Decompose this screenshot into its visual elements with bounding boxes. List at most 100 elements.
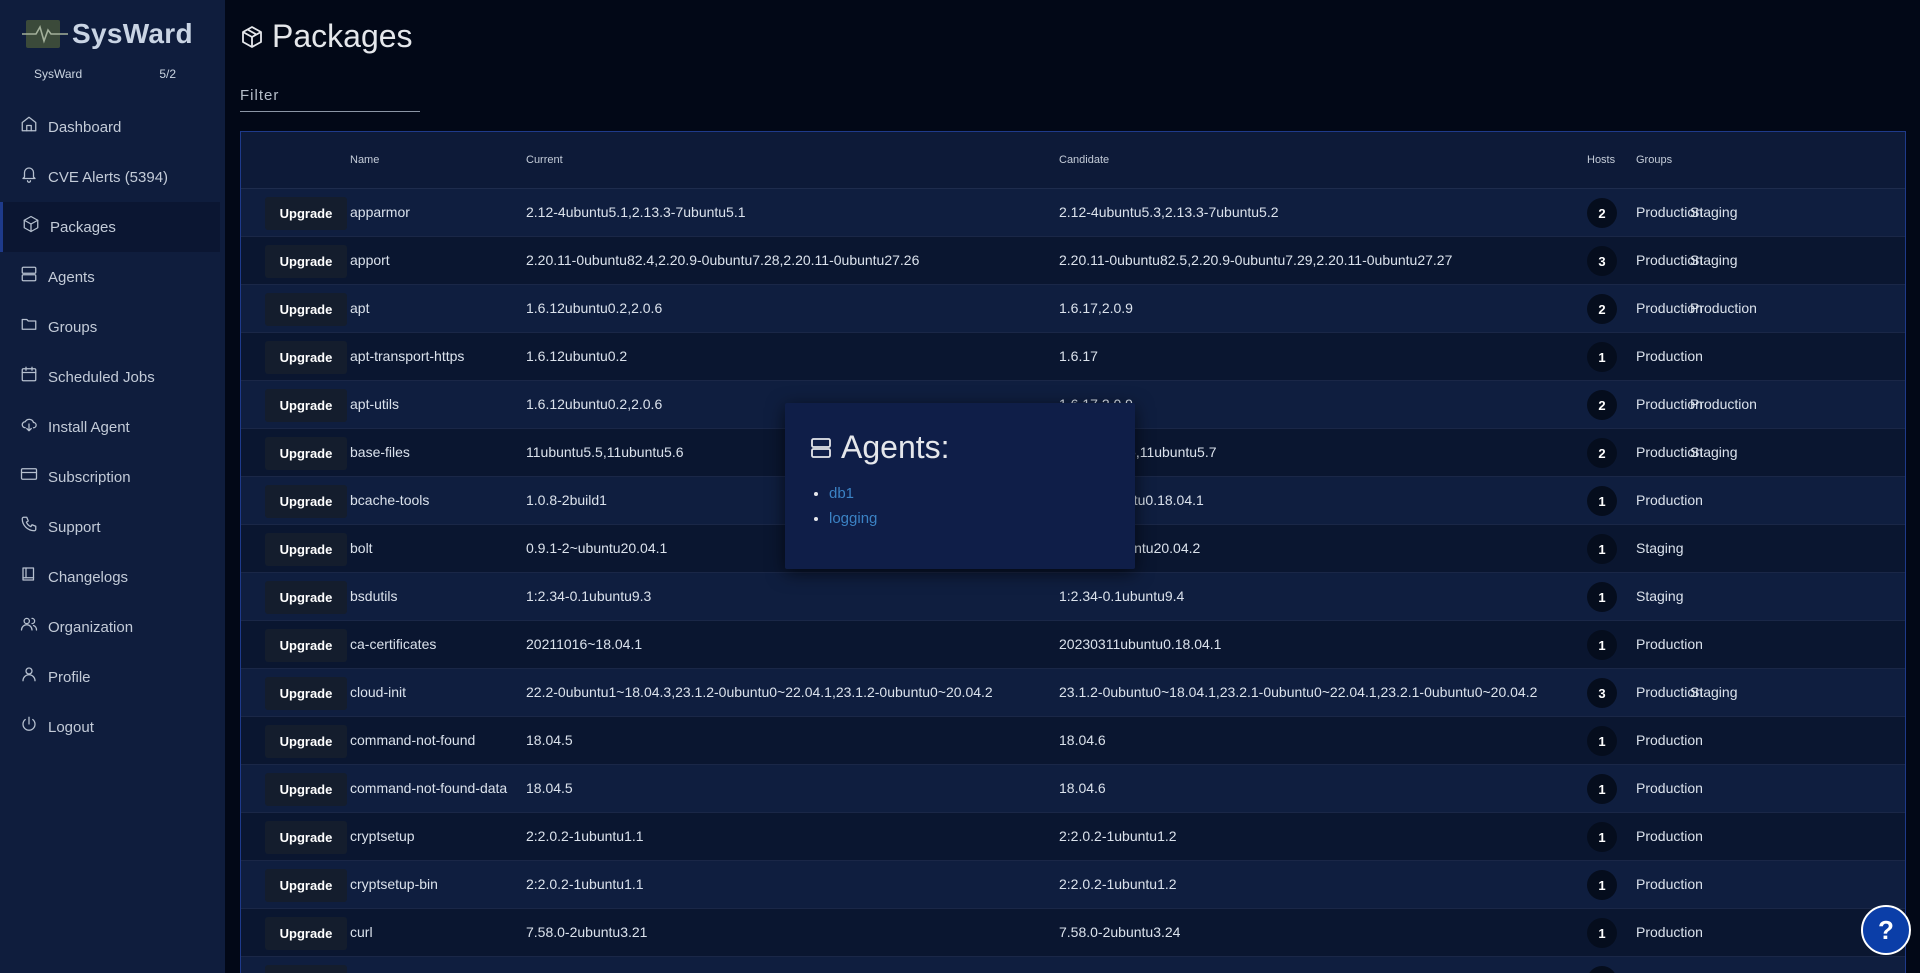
current-version: 22.2-0ubuntu1~18.04.3,23.1.2-0ubuntu0~22… bbox=[526, 684, 993, 700]
upgrade-button[interactable]: Upgrade bbox=[265, 773, 347, 806]
phone-icon bbox=[20, 515, 38, 533]
hosts-count-badge[interactable]: 1 bbox=[1587, 534, 1617, 564]
upgrade-button[interactable]: Upgrade bbox=[265, 485, 347, 518]
upgrade-button[interactable]: Upgrade bbox=[265, 389, 347, 422]
hosts-count-badge[interactable]: 1 bbox=[1587, 630, 1617, 660]
sidebar-item-label: Groups bbox=[48, 318, 98, 336]
upgrade-button[interactable]: Upgrade bbox=[265, 245, 347, 278]
group-tag: Staging bbox=[1636, 588, 1684, 604]
upgrade-button[interactable]: Upgrade bbox=[265, 197, 347, 230]
candidate-version: 2.12-4ubuntu5.3,2.13.3-7ubuntu5.2 bbox=[1059, 204, 1279, 220]
upgrade-button[interactable]: Upgrade bbox=[265, 917, 347, 950]
sidebar-item-label: Support bbox=[48, 518, 101, 536]
sidebar-item-support[interactable]: Support bbox=[0, 502, 220, 552]
upgrade-button[interactable]: Upgrade bbox=[265, 677, 347, 710]
page-header: Packages bbox=[240, 18, 413, 55]
current-version: 20211016~18.04.1 bbox=[526, 636, 643, 652]
table-row: Upgrade command-not-found 18.04.5 18.04.6 1 P… bbox=[241, 717, 1905, 765]
sidebar-item-logout[interactable]: Logout bbox=[0, 702, 220, 752]
package-icon bbox=[22, 215, 40, 233]
app-logo[interactable]: SysWard bbox=[22, 16, 193, 52]
sidebar-item-label: Scheduled Jobs bbox=[48, 368, 155, 386]
hosts-count-badge[interactable]: 3 bbox=[1587, 246, 1617, 276]
sidebar-item-profile[interactable]: Profile bbox=[0, 652, 220, 702]
table-row: Upgrade cloud-init 22.2-0ubuntu1~18.04.3,2… bbox=[241, 669, 1905, 717]
current-version: 1.6.12ubuntu0.2 bbox=[526, 348, 628, 364]
sidebar-item-agents[interactable]: Agents bbox=[0, 252, 220, 302]
sidebar-item-label: CVE Alerts (5394) bbox=[48, 168, 169, 186]
help-button[interactable]: ? bbox=[1861, 905, 1911, 955]
table-row: Upgrade cryptsetup 2:2.0.2-1ubuntu1.1 2:2.0… bbox=[241, 813, 1905, 861]
package-name: base-files bbox=[350, 444, 410, 460]
hosts-count-badge[interactable]: 2 bbox=[1587, 390, 1617, 420]
upgrade-button[interactable]: Upgrade bbox=[265, 629, 347, 662]
help-label: ? bbox=[1878, 914, 1894, 945]
sidebar-item-install-agent[interactable]: Install Agent bbox=[0, 402, 220, 452]
org-info: SysWard 5/2 bbox=[34, 67, 176, 81]
candidate-version: 18.04.6 bbox=[1059, 732, 1106, 748]
calendar-icon bbox=[20, 365, 38, 383]
group-tag: Production bbox=[1690, 300, 1757, 316]
hosts-count-badge[interactable]: 2 bbox=[1587, 294, 1617, 324]
filter-field[interactable] bbox=[240, 84, 420, 112]
current-version: 1:2.34-0.1ubuntu9.3 bbox=[526, 588, 652, 604]
org-count: 5/2 bbox=[159, 67, 176, 81]
bell-icon bbox=[20, 165, 38, 183]
sidebar-item-subscription[interactable]: Subscription bbox=[0, 452, 220, 502]
current-version: 18.04.5 bbox=[526, 780, 573, 796]
hosts-count-badge[interactable]: 1 bbox=[1587, 774, 1617, 804]
upgrade-button[interactable]: Upgrade bbox=[265, 293, 347, 326]
hosts-count-badge[interactable]: 1 bbox=[1587, 486, 1617, 516]
hosts-count-badge[interactable]: 2 bbox=[1587, 438, 1617, 468]
popover-header: Agents: bbox=[809, 429, 950, 466]
table-row: Upgrade apparmor 2.12-4ubuntu5.1,2.13.3-7u… bbox=[241, 189, 1905, 237]
agent-link-db1[interactable]: db1 bbox=[829, 485, 854, 502]
sidebar-item-dashboard[interactable]: Dashboard bbox=[0, 102, 220, 152]
server-icon bbox=[20, 265, 38, 283]
current-version: 7.58.0-2ubuntu3.21 bbox=[526, 924, 648, 940]
current-version: 2:2.0.2-1ubuntu1.1 bbox=[526, 828, 644, 844]
sidebar-item-changelogs[interactable]: Changelogs bbox=[0, 552, 220, 602]
hosts-count-badge[interactable]: 1 bbox=[1587, 918, 1617, 948]
upgrade-button[interactable]: Upgrade bbox=[265, 725, 347, 758]
upgrade-button[interactable]: Upgrade bbox=[265, 437, 347, 470]
package-name: apt-transport-https bbox=[350, 348, 465, 364]
upgrade-button[interactable]: Upgrade bbox=[265, 581, 347, 614]
upgrade-button[interactable]: Upgrade bbox=[265, 965, 347, 973]
upgrade-button[interactable]: Upgrade bbox=[265, 533, 347, 566]
filter-input[interactable] bbox=[240, 84, 420, 106]
header-candidate[interactable]: Candidate bbox=[1059, 154, 1109, 166]
upgrade-button[interactable]: Upgrade bbox=[265, 869, 347, 902]
group-tag: Staging bbox=[1636, 540, 1684, 556]
hosts-count-badge[interactable]: 1 bbox=[1587, 582, 1617, 612]
sidebar-item-organization[interactable]: Organization bbox=[0, 602, 220, 652]
header-current[interactable]: Current bbox=[526, 154, 563, 166]
candidate-version: 20230311ubuntu0.18.04.1 bbox=[1059, 636, 1222, 652]
header-hosts[interactable]: Hosts bbox=[1587, 154, 1615, 166]
hosts-count-badge[interactable]: 1 bbox=[1587, 966, 1617, 973]
upgrade-button[interactable]: Upgrade bbox=[265, 821, 347, 854]
table-row: Upgrade command-not-found-data 18.04.5 18.0… bbox=[241, 765, 1905, 813]
current-version: 2.12-4ubuntu5.1,2.13.3-7ubuntu5.1 bbox=[526, 204, 746, 220]
header-groups[interactable]: Groups bbox=[1636, 154, 1672, 166]
cloud-download-icon bbox=[20, 415, 38, 433]
hosts-count-badge[interactable]: 3 bbox=[1587, 678, 1617, 708]
candidate-version: 7.58.0-2ubuntu3.24 bbox=[1059, 924, 1181, 940]
agent-link-logging[interactable]: logging bbox=[829, 510, 877, 527]
sidebar-item-label: Subscription bbox=[48, 468, 131, 486]
hosts-count-badge[interactable]: 1 bbox=[1587, 342, 1617, 372]
header-name[interactable]: Name bbox=[350, 154, 379, 166]
hosts-count-badge[interactable]: 1 bbox=[1587, 870, 1617, 900]
sidebar-item-packages[interactable]: Packages bbox=[0, 202, 220, 252]
sidebar-item-cve-alerts[interactable]: CVE Alerts (5394) bbox=[0, 152, 220, 202]
upgrade-button[interactable]: Upgrade bbox=[265, 341, 347, 374]
hosts-count-badge[interactable]: 1 bbox=[1587, 822, 1617, 852]
user-icon bbox=[20, 665, 38, 683]
package-name: command-not-found bbox=[350, 732, 476, 748]
hosts-count-badge[interactable]: 1 bbox=[1587, 726, 1617, 756]
sidebar-item-scheduled-jobs[interactable]: Scheduled Jobs bbox=[0, 352, 220, 402]
group-tag: Production bbox=[1636, 924, 1703, 940]
agent-list: db1 logging bbox=[829, 481, 877, 531]
sidebar-item-groups[interactable]: Groups bbox=[0, 302, 220, 352]
hosts-count-badge[interactable]: 2 bbox=[1587, 198, 1617, 228]
